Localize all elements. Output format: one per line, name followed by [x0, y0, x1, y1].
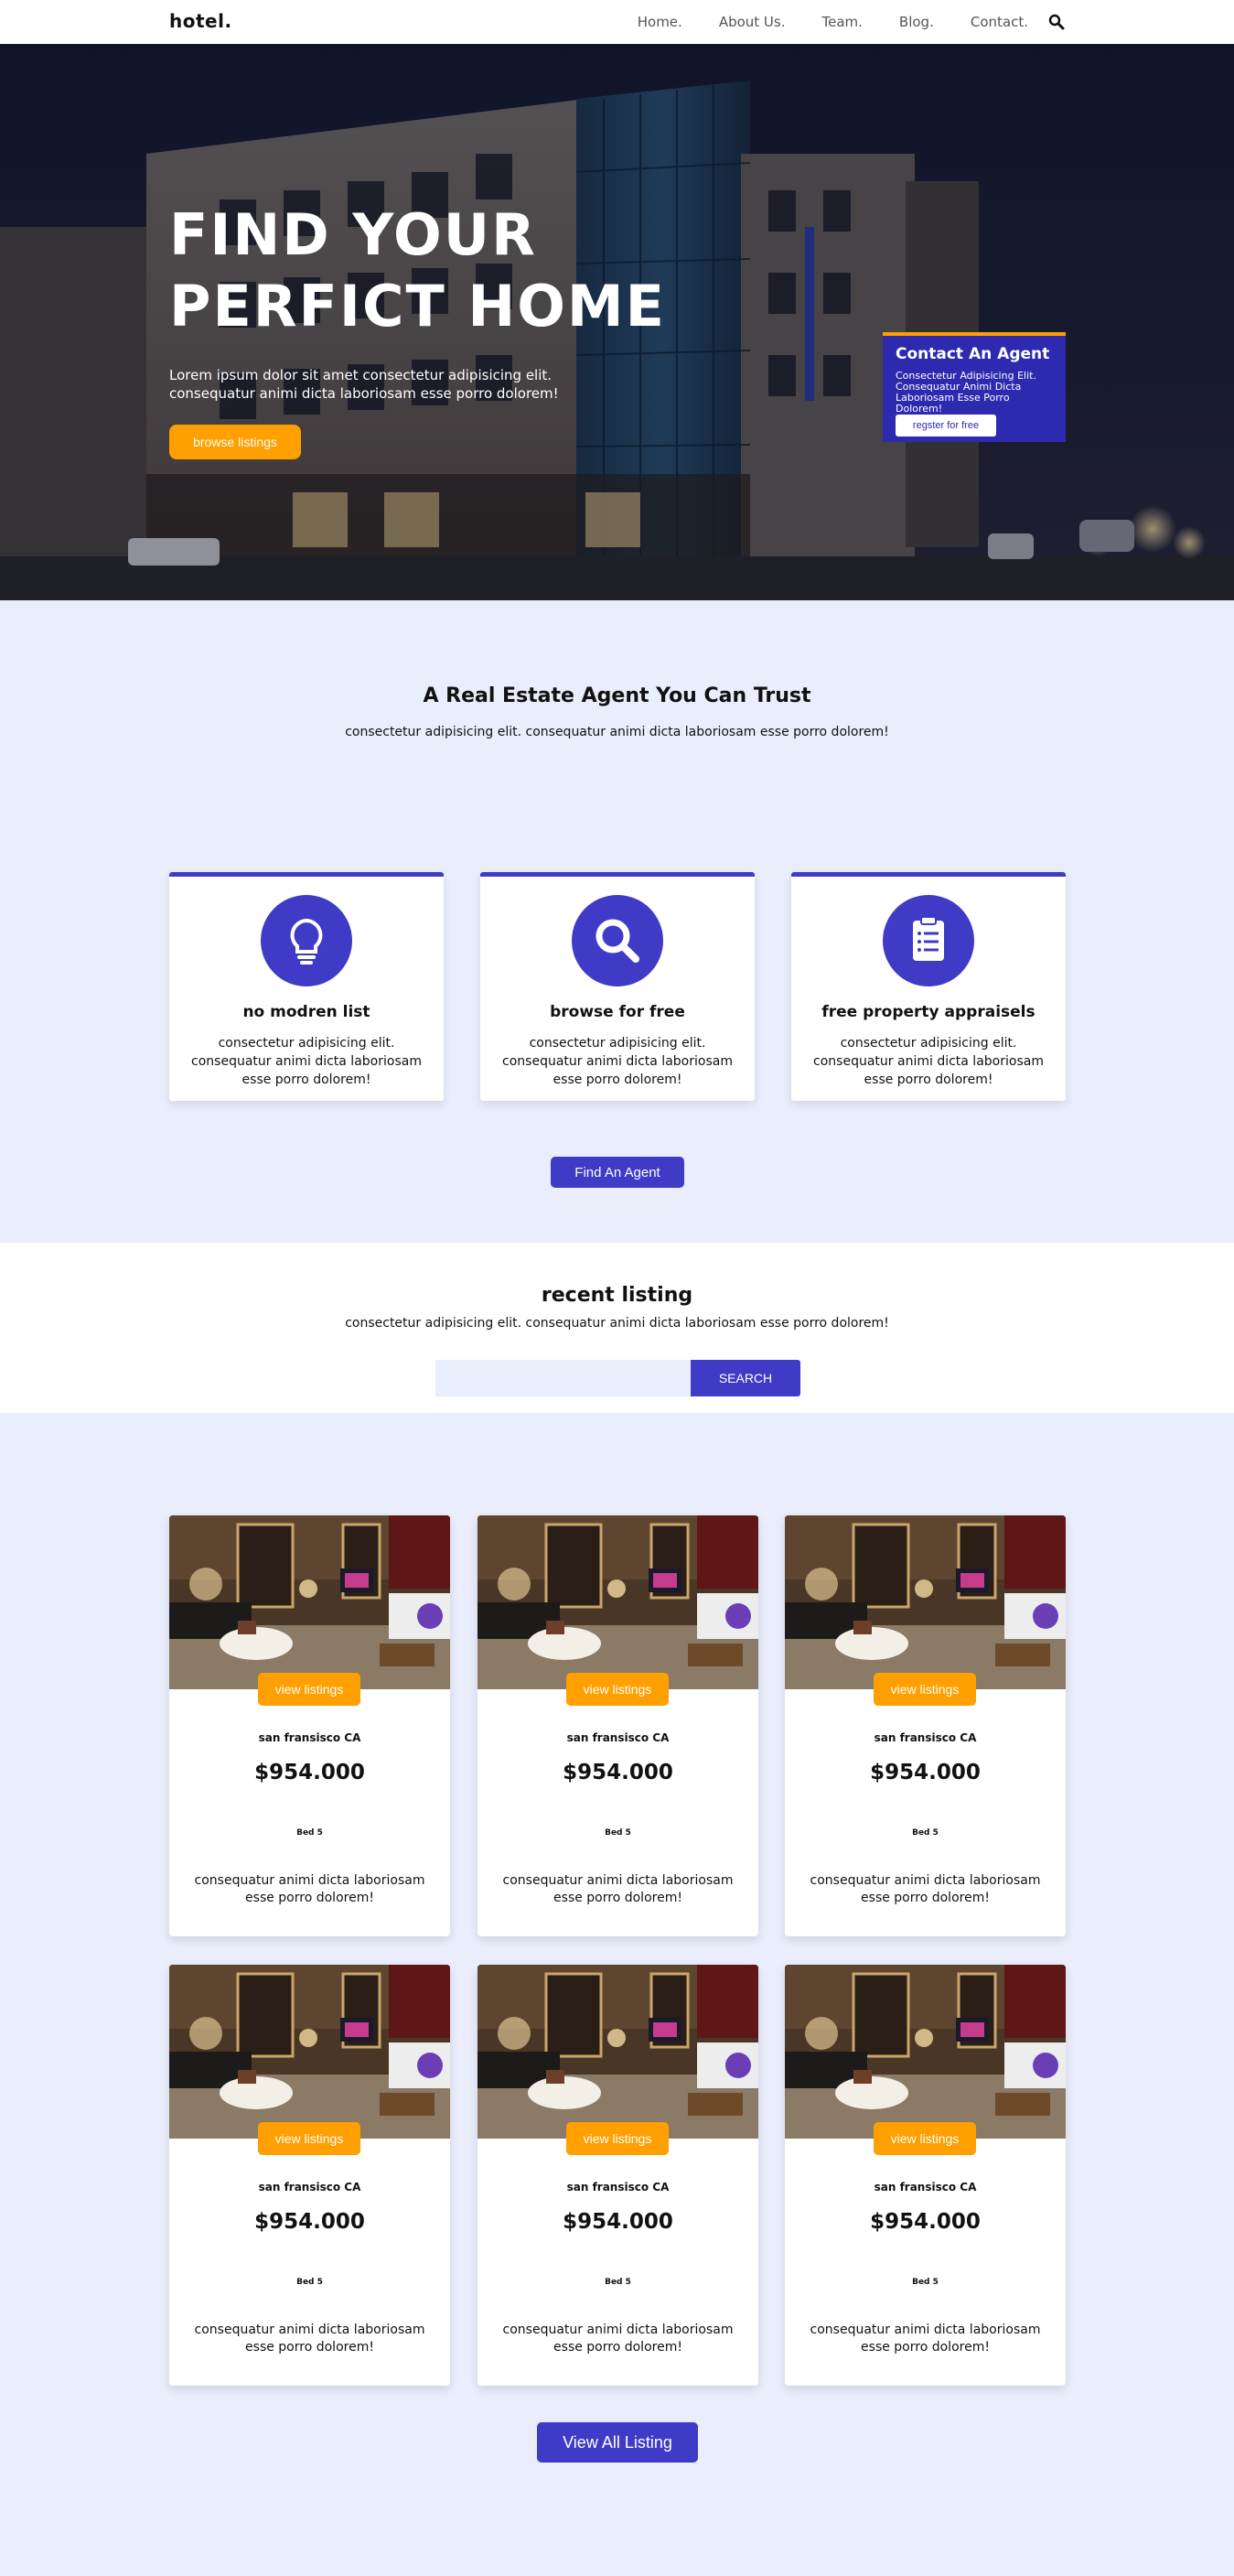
view-listing-button[interactable]: view listings: [258, 2122, 360, 2155]
lightbulb-icon: [261, 895, 352, 986]
listing-photo: [785, 1965, 1066, 2139]
feature-title: free property appraisels: [821, 1003, 1035, 1021]
listing-beds: Bed 5: [912, 1828, 939, 1838]
listing-beds: Bed 5: [296, 1828, 323, 1838]
listing-desc: consequatur animi dicta laboriosam esse …: [194, 2323, 425, 2355]
listing-location: san fransisco CA: [258, 2181, 361, 2193]
top-navbar: hotel. Home. About Us. Team. Blog. Conta…: [0, 0, 1234, 44]
listing-card[interactable]: view listings san fransisco CA $954.000 Bed…: [785, 1965, 1066, 2386]
listing-location: san fransisco CA: [566, 2181, 670, 2193]
listing-beds: Bed 5: [912, 2278, 939, 2287]
listing-desc: consequatur animi dicta laboriosam esse …: [194, 1873, 425, 1905]
register-free-button[interactable]: regster for free: [896, 415, 996, 437]
listing-photo: [785, 1515, 1066, 1689]
view-listing-button[interactable]: view listings: [874, 2122, 976, 2155]
listing-price: $954.000: [870, 2210, 981, 2234]
nav-link-blog[interactable]: Blog.: [899, 14, 934, 30]
listing-photo: [169, 1515, 450, 1689]
site-logo[interactable]: hotel.: [169, 10, 232, 32]
listing-beds: Bed 5: [296, 2278, 323, 2287]
nav-link-contact[interactable]: Contact.: [971, 14, 1028, 30]
listing-location: san fransisco CA: [874, 2181, 977, 2193]
listing-location: san fransisco CA: [874, 1731, 977, 1744]
nav-link-team[interactable]: Team.: [822, 14, 863, 30]
listing-location: san fransisco CA: [258, 1731, 361, 1744]
feature-card: no modren list consectetur adipisicing e…: [169, 872, 444, 1101]
nav-link-home[interactable]: Home.: [638, 14, 682, 30]
listing-search-button[interactable]: SEARCH: [691, 1360, 800, 1396]
listing-search-input[interactable]: [435, 1360, 692, 1396]
feature-card: browse for free consectetur adipisicing …: [480, 872, 755, 1101]
view-all-listing-button[interactable]: View All Listing: [537, 2422, 698, 2463]
search-icon[interactable]: [1048, 14, 1065, 30]
listing-desc: consequatur animi dicta laboriosam esse …: [502, 1873, 734, 1905]
listing-card[interactable]: view listings san fransisco CA $954.000 Bed…: [785, 1515, 1066, 1936]
feature-card: free property appraisels consectetur adi…: [791, 872, 1066, 1101]
search-icon: [572, 895, 663, 986]
trust-title: A Real Estate Agent You Can Trust: [423, 684, 811, 707]
listing-price: $954.000: [563, 1761, 673, 1784]
listing-photo: [478, 1515, 758, 1689]
nav-link-about[interactable]: About Us.: [719, 14, 786, 30]
trust-subtitle: consectetur adipisicing elit. consequatu…: [345, 725, 889, 739]
contact-agent-title: Contact An Agent: [896, 345, 1050, 363]
contact-agent-card: Contact An Agent Consectetur Adipisicing…: [883, 332, 1066, 442]
nav-links: Home. About Us. Team. Blog. Contact.: [601, 0, 1065, 44]
hero-lead: Lorem ipsum dolor sit amet consectetur a…: [169, 367, 559, 402]
view-listing-button[interactable]: view listings: [566, 2122, 669, 2155]
browse-listings-button[interactable]: browse listings: [169, 425, 301, 459]
feature-desc: consectetur adipisicing elit. consequatu…: [191, 1036, 422, 1087]
feature-title: no modren list: [242, 1003, 370, 1021]
view-listing-button[interactable]: view listings: [566, 1673, 669, 1706]
listing-desc: consequatur animi dicta laboriosam esse …: [810, 2323, 1041, 2355]
listings-section: view listings san fransisco CA $954.000 Bed…: [0, 1413, 1234, 2576]
hero-title: FIND YOUR PERFICT HOME: [169, 201, 666, 340]
find-agent-button[interactable]: Find An Agent: [551, 1157, 684, 1188]
listing-card[interactable]: view listings san fransisco CA $954.000 Bed…: [478, 1965, 758, 2386]
feature-desc: consectetur adipisicing elit. consequatu…: [502, 1036, 733, 1087]
feature-title: browse for free: [550, 1003, 685, 1021]
contact-agent-desc: Consectetur Adipisicing Elit. Consequatu…: [896, 370, 1036, 415]
listing-photo: [478, 1965, 758, 2139]
recent-listing-section: recent listing consectetur adipisicing e…: [0, 1243, 1234, 1413]
recent-title: recent listing: [541, 1284, 693, 1307]
listing-card[interactable]: view listings san fransisco CA $954.000 Bed…: [478, 1515, 758, 1936]
listing-location: san fransisco CA: [566, 1731, 670, 1744]
listing-beds: Bed 5: [605, 1828, 631, 1838]
feature-desc: consectetur adipisicing elit. consequatu…: [813, 1036, 1044, 1087]
listing-desc: consequatur animi dicta laboriosam esse …: [502, 2323, 734, 2355]
view-listing-button[interactable]: view listings: [874, 1673, 976, 1706]
listing-price: $954.000: [870, 1761, 981, 1784]
listing-photo: [169, 1965, 450, 2139]
listing-desc: consequatur animi dicta laboriosam esse …: [810, 1873, 1041, 1905]
listing-card[interactable]: view listings san fransisco CA $954.000 Bed…: [169, 1515, 450, 1936]
view-listing-button[interactable]: view listings: [258, 1673, 360, 1706]
clipboard-icon: [883, 895, 974, 986]
listing-beds: Bed 5: [605, 2278, 631, 2287]
hero-section: FIND YOUR PERFICT HOME Lorem ipsum dolor …: [0, 44, 1234, 600]
listing-price: $954.000: [563, 2210, 673, 2234]
listing-price: $954.000: [254, 1761, 365, 1784]
recent-subtitle: consectetur adipisicing elit. consequatu…: [345, 1316, 889, 1331]
listing-price: $954.000: [254, 2210, 365, 2234]
listing-card[interactable]: view listings san fransisco CA $954.000 Bed…: [169, 1965, 450, 2386]
trust-section: A Real Estate Agent You Can Trust consec…: [0, 600, 1234, 1243]
